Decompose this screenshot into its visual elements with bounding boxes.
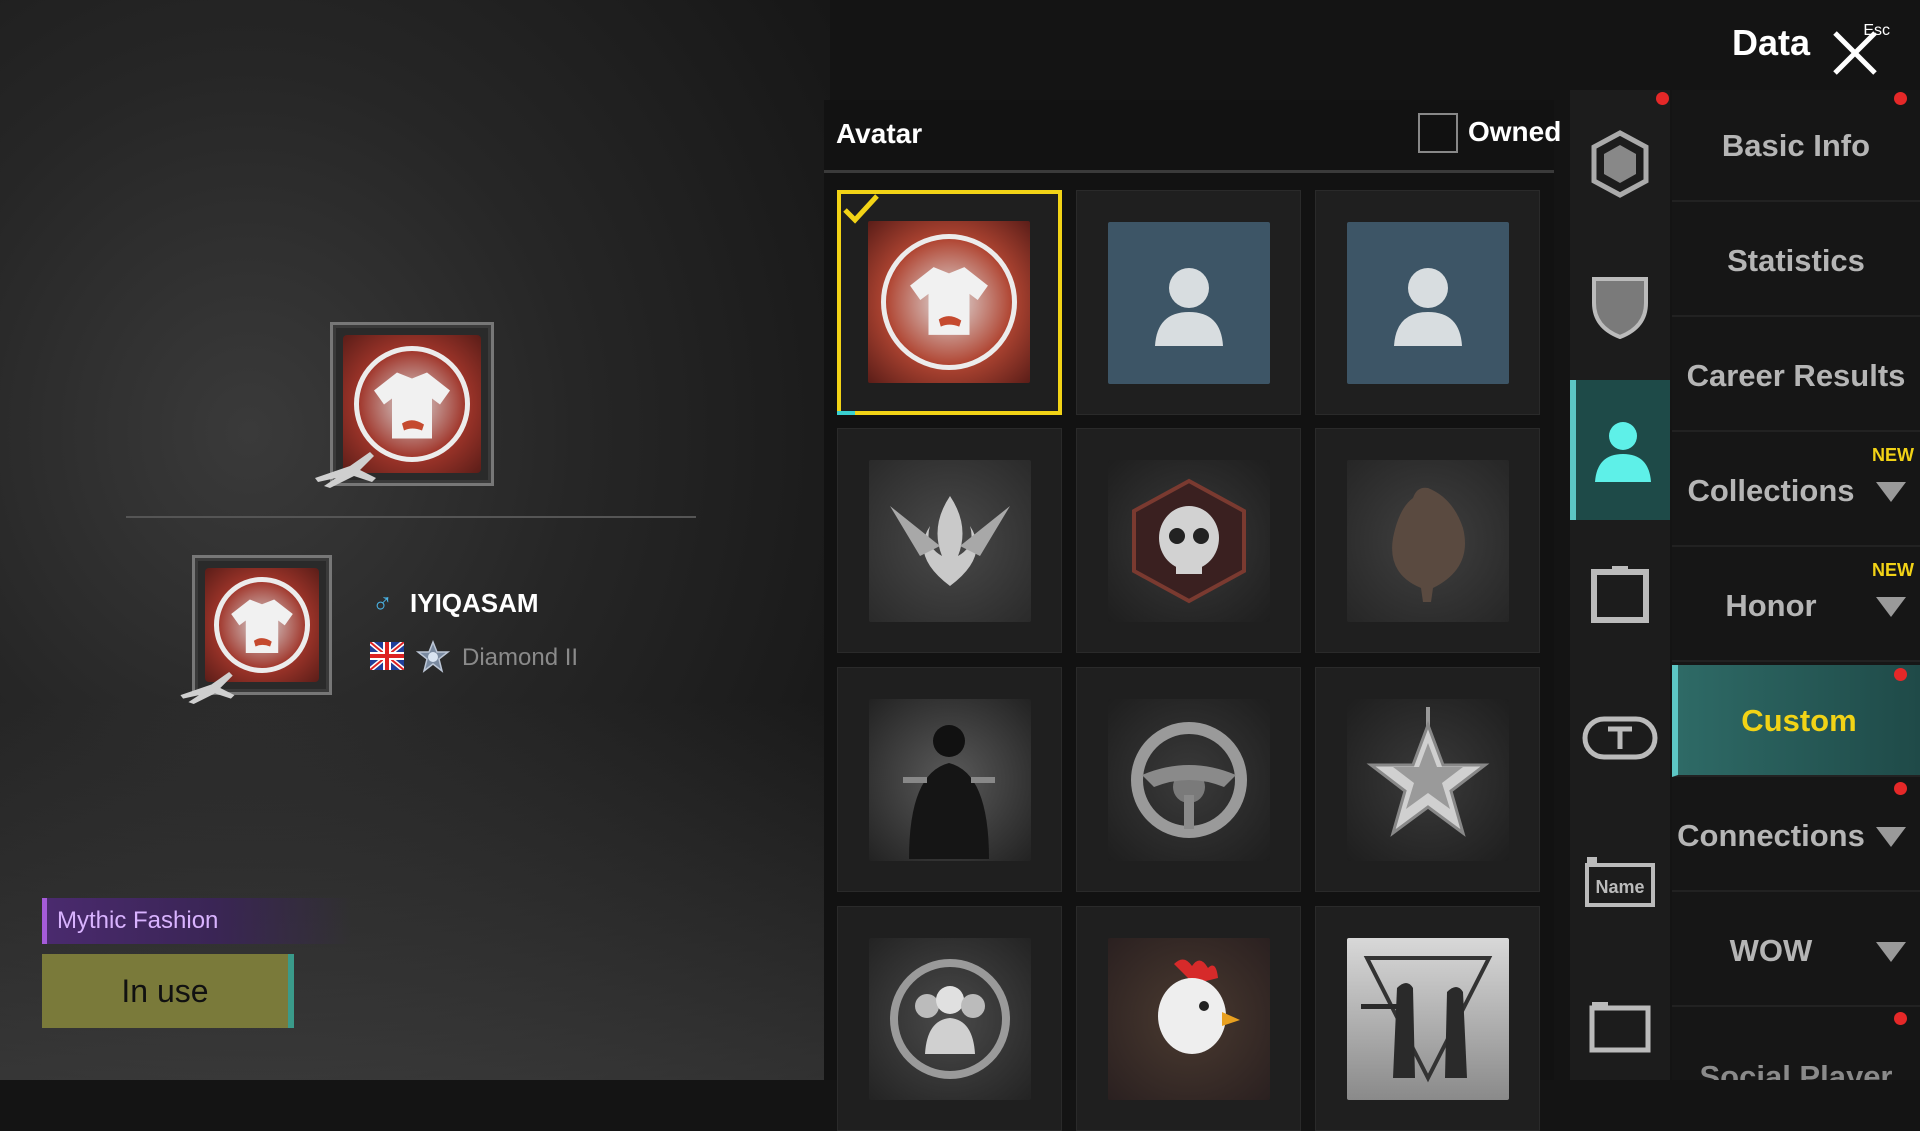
avatar-cell-rooster[interactable] [1076,906,1301,1131]
winged-flame-icon [890,496,1010,586]
notification-dot [1894,1012,1907,1025]
menu-custom[interactable]: Custom [1672,665,1920,777]
gunman-icon [903,725,995,859]
tab-avatar[interactable] [1570,380,1670,520]
avatar-cell-chicken[interactable] [1315,428,1540,653]
tab-badge[interactable] [1570,236,1670,376]
panel-divider [824,170,1554,173]
name-tag-icon: Name [1585,857,1655,907]
owned-checkbox[interactable] [1418,113,1458,153]
item-tier-label: Mythic Fashion [42,898,352,944]
svg-text:Name: Name [1595,877,1644,897]
avatar-person-icon [1595,422,1651,482]
menu-social-player-card[interactable]: Social Player Card [1672,1050,1920,1080]
plane-icon [180,672,235,704]
menu-honor[interactable]: Honor NEW [1672,550,1920,662]
menu-wow[interactable]: WOW [1672,895,1920,1007]
chevron-down-icon [1876,597,1906,617]
avatar-cell-shirt[interactable] [837,190,1062,415]
notification-dot [1894,782,1907,795]
avatar-cell-default[interactable] [1076,190,1301,415]
star-medal-icon [1366,707,1490,837]
avatar-cell-default[interactable] [1315,190,1540,415]
avatar-cell-steering-wheel[interactable] [1076,667,1301,892]
owned-label: Owned [1468,116,1562,147]
divider [126,516,696,518]
steering-wheel-icon [1131,722,1247,838]
tab-card[interactable] [1570,956,1670,1096]
menu-basic-info[interactable]: Basic Info [1672,90,1920,202]
avatar-cell-skull[interactable] [1076,428,1301,653]
duo-shooters-icon [1361,956,1493,1083]
shirt-icon [374,372,450,439]
rank-label: Diamond II [462,644,579,671]
tab-avatar-frame[interactable] [1570,94,1670,234]
rooster-icon [1158,959,1240,1054]
notification-dot [1656,92,1669,105]
new-badge: NEW [1872,445,1914,465]
plane-icon [315,452,376,488]
card-frame-icon [1589,1002,1651,1053]
frame-icon [1591,566,1649,623]
new-badge: NEW [1872,560,1914,580]
page-title: Data [1731,22,1810,63]
menu-collections[interactable]: Collections NEW [1672,435,1920,547]
avatar-cell-duo-shooters[interactable] [1315,906,1540,1131]
hexagon-frame-icon [1591,130,1649,198]
avatar-cell-star-medal[interactable] [1315,667,1540,892]
notification-dot [1894,668,1907,681]
menu-career-results[interactable]: Career Results [1672,320,1920,432]
title-t-icon [1582,716,1658,760]
shirt-icon [910,267,988,335]
default-avatar-icon [1394,268,1462,346]
chevron-down-icon [1876,827,1906,847]
chicken-icon [1392,487,1465,602]
chevron-down-icon [1876,942,1906,962]
in-use-button[interactable]: In use [42,954,294,1028]
tab-name-tag[interactable]: Name [1570,812,1670,952]
tab-frame[interactable] [1570,524,1670,664]
default-avatar-icon [1155,268,1223,346]
diamond-rank-icon [416,640,450,673]
chevron-down-icon [1876,482,1906,502]
menu-connections[interactable]: Connections [1672,780,1920,892]
esc-hint: Esc [1863,22,1890,39]
avatar-cell-winged-flame[interactable] [837,428,1062,653]
shirt-icon [231,599,293,653]
panel-title: Avatar [836,118,923,149]
notification-dot [1894,92,1907,105]
selected-check-icon [843,194,879,224]
avatar-cell-gunman[interactable] [837,667,1062,892]
tab-title[interactable] [1570,668,1670,808]
skull-icon [1132,478,1246,604]
shield-badge-icon [1592,277,1648,339]
player-name: IYIQASAM [410,588,539,618]
gender-icon: ♂ [372,588,393,619]
close-button[interactable]: Esc [1830,18,1890,78]
avatar-cell-squad[interactable] [837,906,1062,1131]
menu-statistics[interactable]: Statistics [1672,205,1920,317]
uk-flag-icon [370,642,404,670]
squad-icon [890,959,1010,1079]
